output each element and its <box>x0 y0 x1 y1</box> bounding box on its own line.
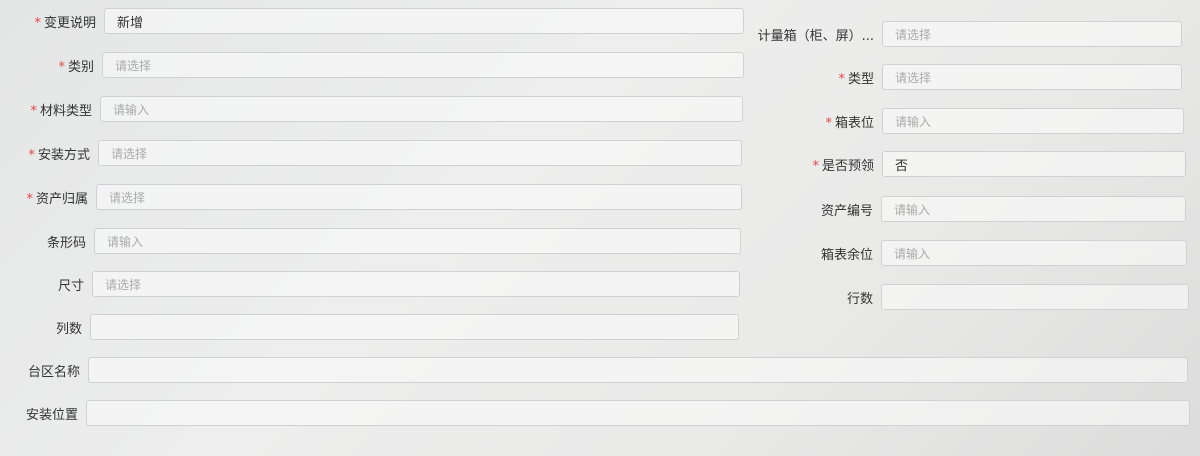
column-count-input[interactable] <box>90 314 739 340</box>
required-asterisk: * <box>34 15 41 31</box>
size-select[interactable]: 请选择 <box>92 271 740 297</box>
field-label: * 资产归属 <box>26 191 88 207</box>
required-asterisk: * <box>825 115 832 131</box>
field-label: 条形码 <box>46 235 86 251</box>
required-asterisk: * <box>58 59 65 75</box>
category-select[interactable]: 请选择 <box>102 52 744 78</box>
box-remaining-slots-input[interactable]: 请输入 <box>881 240 1187 266</box>
district-name-input[interactable] <box>88 357 1188 383</box>
form-row-pre-claim: * 是否预领 否 <box>730 151 1186 177</box>
asset-number-input[interactable]: 请输入 <box>881 196 1186 222</box>
required-asterisk: * <box>812 158 819 174</box>
field-label: * 类型 <box>838 71 874 87</box>
required-asterisk: * <box>26 191 33 207</box>
form-row-barcode: 条形码 请输入 <box>0 228 741 254</box>
form-row-asset-owner: * 资产归属 请选择 <box>0 184 742 210</box>
install-location-input[interactable] <box>86 400 1190 426</box>
field-label: * 类别 <box>58 59 94 75</box>
field-label: * 箱表位 <box>825 115 874 131</box>
field-label: 行数 <box>846 291 873 307</box>
field-label: * 是否预领 <box>812 158 874 174</box>
form-row-column-count: 列数 <box>0 314 739 340</box>
form-row-material-type: * 材料类型 请输入 <box>0 96 743 122</box>
barcode-input[interactable]: 请输入 <box>94 228 741 254</box>
required-asterisk: * <box>30 103 37 119</box>
form-row-category: * 类别 请选择 <box>0 52 744 78</box>
field-label: 安装位置 <box>25 407 78 423</box>
material-type-input[interactable]: 请输入 <box>100 96 743 122</box>
change-desc-input[interactable]: 新增 <box>104 8 744 34</box>
form-row-box-meter-slot: * 箱表位 请输入 <box>730 108 1184 134</box>
field-label: 列数 <box>55 321 82 337</box>
row-count-input[interactable] <box>881 284 1189 310</box>
install-method-select[interactable]: 请选择 <box>98 140 742 166</box>
form-row-asset-number: 资产编号 请输入 <box>730 196 1186 222</box>
form-row-type: * 类型 请选择 <box>730 64 1182 90</box>
form-row-row-count: 行数 <box>730 284 1189 310</box>
form-row-box-remaining-slots: 箱表余位 请输入 <box>730 240 1187 266</box>
asset-owner-select[interactable]: 请选择 <box>96 184 742 210</box>
field-label: * 变更说明 <box>34 15 96 31</box>
type-select[interactable]: 请选择 <box>882 64 1182 90</box>
pre-claim-select[interactable]: 否 <box>882 151 1186 177</box>
form-row-install-location: 安装位置 <box>0 400 1190 426</box>
form-row-district-name: 台区名称 <box>0 357 1188 383</box>
box-meter-slot-input[interactable]: 请输入 <box>882 108 1184 134</box>
meter-box-select[interactable]: 请选择 <box>882 21 1182 47</box>
field-label: 资产编号 <box>820 203 873 219</box>
field-label: 台区名称 <box>27 364 80 380</box>
field-label: * 安装方式 <box>28 147 90 163</box>
form-row-change-desc: * 变更说明 新增 <box>0 8 744 34</box>
field-label: 计量箱（柜、屏）... <box>757 28 874 44</box>
field-label: * 材料类型 <box>30 103 92 119</box>
form-row-meter-box: 计量箱（柜、屏）... 请选择 <box>730 21 1182 47</box>
form-row-install-method: * 安装方式 请选择 <box>0 140 742 166</box>
asset-change-form: * 变更说明 新增 * 类别 请选择 * 材料类型 请输入 * 安装方式 请选择 * 资产… <box>0 0 1200 456</box>
field-label: 尺寸 <box>57 278 84 294</box>
form-row-size: 尺寸 请选择 <box>0 271 740 297</box>
required-asterisk: * <box>28 147 35 163</box>
field-label: 箱表余位 <box>820 247 873 263</box>
required-asterisk: * <box>838 71 845 87</box>
